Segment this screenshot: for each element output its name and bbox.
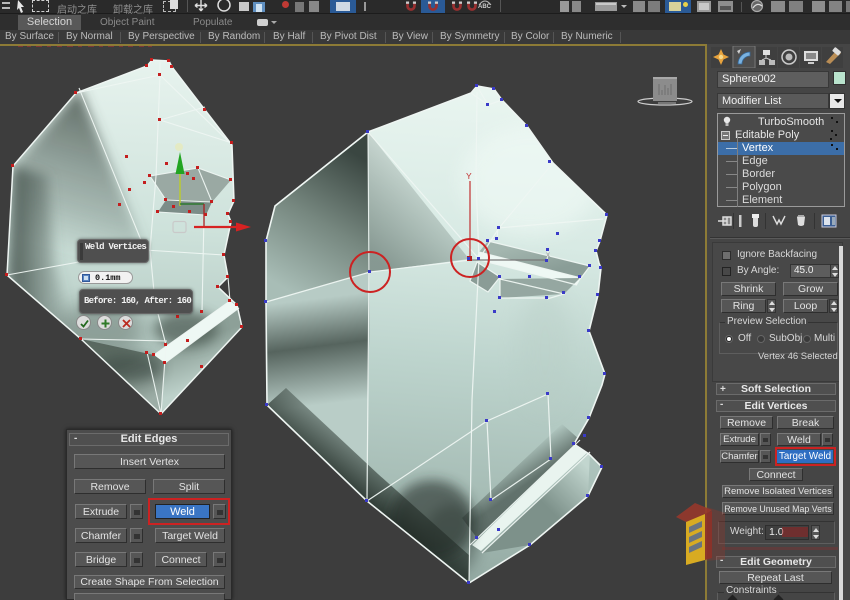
svg-text:Y: Y bbox=[466, 171, 472, 181]
svg-text:x: x bbox=[546, 250, 550, 259]
